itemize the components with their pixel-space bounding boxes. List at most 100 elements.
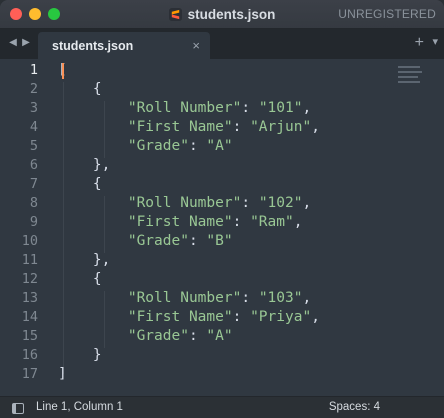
tab-close-icon[interactable]: × <box>192 38 200 53</box>
close-window-button[interactable] <box>10 8 22 20</box>
line-number: 6 <box>29 157 38 173</box>
code-line: "First Name": "Priya", <box>58 308 320 327</box>
string-token: "101" <box>258 100 303 116</box>
string-token: "Roll Number" <box>127 195 242 211</box>
string-token: "First Name" <box>127 309 233 325</box>
punctuation-token: : <box>188 328 207 344</box>
string-token: "B" <box>206 233 233 249</box>
tab-nav-left-icon[interactable]: ◀ <box>8 37 18 49</box>
minimap-line <box>398 76 418 78</box>
tab-students-json[interactable]: students.json × <box>38 32 210 59</box>
string-token: "Roll Number" <box>127 290 242 306</box>
string-token: "First Name" <box>127 214 233 230</box>
line-number: 7 <box>29 176 38 192</box>
line-number: 2 <box>29 81 38 97</box>
line-number: 10 <box>21 233 38 249</box>
string-token: "First Name" <box>127 119 233 135</box>
string-token: "Roll Number" <box>127 100 242 116</box>
punctuation-token <box>58 195 128 211</box>
punctuation-token <box>58 328 128 344</box>
code-line: "Grade": "A" <box>58 327 320 346</box>
code-editor[interactable]: 1234567891011121314151617 [ { "Roll Numb… <box>0 59 444 391</box>
editor-window: students.json UNREGISTERED ◀ ▶ students.… <box>0 0 444 418</box>
tab-label: students.json <box>52 39 134 53</box>
code-line: "Roll Number": "103", <box>58 289 320 308</box>
punctuation-token: , <box>302 290 312 306</box>
punctuation-token <box>58 138 128 154</box>
tab-bar: ◀ ▶ students.json × + ▾ <box>0 29 444 59</box>
punctuation-token: : <box>241 100 259 116</box>
string-token: "A" <box>206 328 233 344</box>
code-line: } <box>58 346 320 365</box>
indentation-setting[interactable]: Spaces: 4 <box>329 401 380 413</box>
punctuation-token: , <box>302 100 312 116</box>
punctuation-token: } <box>58 347 102 363</box>
code-line: }, <box>58 156 320 175</box>
punctuation-token: { <box>58 81 102 97</box>
line-number: 3 <box>29 100 38 116</box>
punctuation-token: : <box>241 195 259 211</box>
minimap-line <box>398 71 422 73</box>
line-number: 15 <box>21 328 38 344</box>
string-token: "Priya" <box>250 309 312 325</box>
tab-nav-right-icon[interactable]: ▶ <box>21 37 31 49</box>
cursor-position[interactable]: Line 1, Column 1 <box>36 401 123 413</box>
punctuation-token <box>58 119 128 135</box>
string-token: "103" <box>258 290 303 306</box>
punctuation-token <box>58 233 128 249</box>
punctuation-token: }, <box>58 252 111 268</box>
string-token: "Arjun" <box>250 119 312 135</box>
code-line: "Grade": "A" <box>58 137 320 156</box>
punctuation-token <box>58 100 128 116</box>
code-line: { <box>58 80 320 99</box>
string-token: "Grade" <box>127 138 189 154</box>
toggle-panel-icon[interactable] <box>12 403 24 414</box>
code-line: "Roll Number": "102", <box>58 194 320 213</box>
code-line: "Roll Number": "101", <box>58 99 320 118</box>
string-token: "102" <box>258 195 303 211</box>
line-number: 16 <box>21 347 38 363</box>
punctuation-token <box>58 309 128 325</box>
line-number: 13 <box>21 290 38 306</box>
tab-menu-icon[interactable]: ▾ <box>432 35 438 48</box>
string-token: "Ram" <box>250 214 294 230</box>
line-number: 17 <box>21 366 38 382</box>
zoom-window-button[interactable] <box>48 8 60 20</box>
status-bar: Line 1, Column 1 Spaces: 4 <box>0 396 444 418</box>
code-line: ] <box>58 365 320 384</box>
string-token: "Grade" <box>127 233 189 249</box>
punctuation-token: { <box>58 271 102 287</box>
code-line: [ <box>58 61 320 80</box>
punctuation-token: : <box>232 214 251 230</box>
punctuation-token: , <box>311 119 320 135</box>
punctuation-token: : <box>241 290 259 306</box>
app-icon <box>168 7 182 21</box>
punctuation-token: { <box>58 176 102 192</box>
punctuation-token: : <box>188 233 207 249</box>
line-number: 4 <box>29 119 38 135</box>
code-line: "Grade": "B" <box>58 232 320 251</box>
line-number: 12 <box>21 271 38 287</box>
code-line: { <box>58 270 320 289</box>
line-number: 9 <box>29 214 38 230</box>
line-number: 14 <box>21 309 38 325</box>
new-tab-icon[interactable]: + <box>415 34 424 52</box>
minimap-line <box>398 81 420 83</box>
code-line: "First Name": "Arjun", <box>58 118 320 137</box>
line-number: 1 <box>29 62 38 78</box>
license-status: UNREGISTERED <box>338 7 436 21</box>
minimize-window-button[interactable] <box>29 8 41 20</box>
punctuation-token: , <box>311 309 320 325</box>
code-line: "First Name": "Ram", <box>58 213 320 232</box>
punctuation-token: ] <box>58 366 67 382</box>
string-token: "A" <box>206 138 233 154</box>
punctuation-token: : <box>188 138 207 154</box>
code-content[interactable]: [ { "Roll Number": "101", "First Name": … <box>58 61 320 384</box>
punctuation-token <box>58 290 128 306</box>
code-line: { <box>58 175 320 194</box>
minimap[interactable] <box>398 63 426 97</box>
window-title: students.json <box>187 6 276 22</box>
title-bar: students.json UNREGISTERED <box>0 0 444 29</box>
punctuation-token: , <box>302 195 312 211</box>
line-number-gutter: 1 2 3 4 5 6 7 8 9 10 11 12 13 14 15 16 17 <box>0 61 46 384</box>
